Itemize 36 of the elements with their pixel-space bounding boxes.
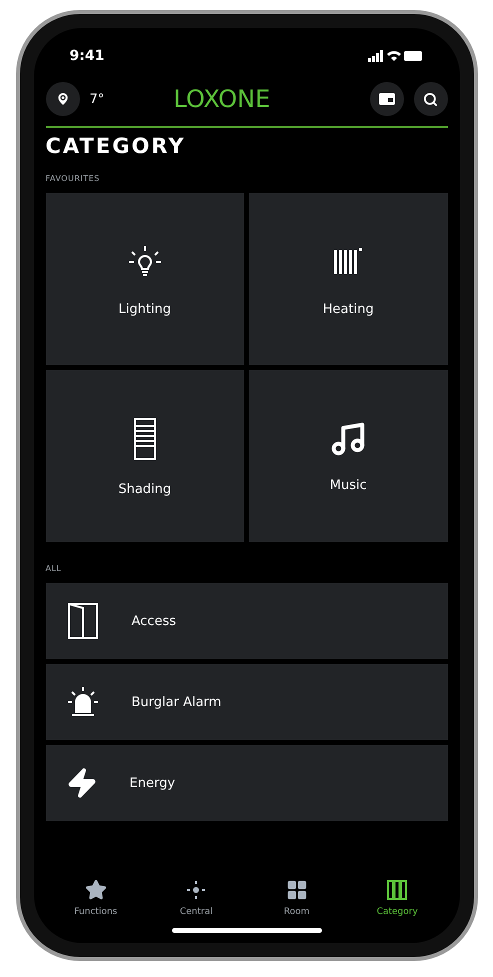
- tile-label: Music: [330, 478, 367, 492]
- tab[interactable]: Category: [357, 878, 438, 918]
- category-tile[interactable]: Music: [249, 370, 448, 542]
- tile-label: Lighting: [118, 302, 172, 316]
- tab[interactable]: Central: [156, 878, 236, 918]
- status-time: 9:41: [70, 48, 104, 64]
- tile-label: Shading: [118, 482, 172, 496]
- card-icon: [378, 93, 394, 105]
- door-icon: [66, 601, 100, 641]
- tab[interactable]: Room: [256, 878, 337, 918]
- logo: LOXONE: [172, 85, 272, 113]
- section-label: ALL: [46, 564, 62, 573]
- row-label: Burglar Alarm: [132, 694, 222, 710]
- binders-icon: [386, 879, 408, 901]
- category-tile[interactable]: Heating: [249, 193, 448, 365]
- category-tile[interactable]: Shading: [46, 370, 244, 542]
- tab[interactable]: Functions: [56, 878, 136, 918]
- lightning-icon: [66, 767, 98, 799]
- page-title: CATEGORY: [46, 134, 187, 158]
- search-icon: [423, 92, 438, 106]
- search-button[interactable]: [414, 82, 448, 116]
- row-label: Access: [132, 614, 176, 628]
- category-row[interactable]: Burglar Alarm: [46, 664, 448, 740]
- star-icon: [84, 879, 107, 901]
- card-button[interactable]: [370, 82, 404, 116]
- grid-icon: [286, 879, 308, 901]
- category-row[interactable]: Energy: [46, 745, 448, 821]
- section-label: FAVOURITES: [46, 174, 101, 183]
- row-label: Energy: [130, 776, 176, 790]
- location-button[interactable]: [46, 82, 80, 116]
- crosshair-icon: [185, 879, 208, 901]
- tile-label: Heating: [322, 302, 374, 316]
- category-row[interactable]: Access: [46, 583, 448, 659]
- temperature: 7°: [90, 92, 104, 106]
- status-icons: [368, 50, 424, 62]
- category-tile[interactable]: Lighting: [46, 193, 244, 365]
